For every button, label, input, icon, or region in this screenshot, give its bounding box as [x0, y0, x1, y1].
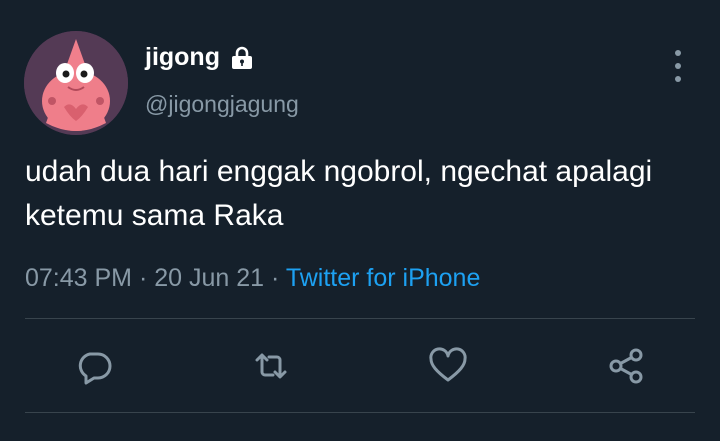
tweet-source-link[interactable]: Twitter for iPhone	[286, 264, 481, 292]
tweet-time: 07:43 PM	[25, 264, 133, 292]
share-icon[interactable]	[606, 346, 646, 386]
more-dot	[675, 50, 681, 56]
user-handle[interactable]: @jigongjagung	[145, 91, 299, 118]
tweet-meta: 07:43 PM · 20 Jun 21 · Twitter for iPhon…	[25, 264, 480, 293]
reply-icon[interactable]	[74, 346, 114, 386]
lock-icon	[229, 45, 255, 71]
meta-separator: ·	[132, 264, 155, 292]
retweet-icon[interactable]	[251, 346, 291, 386]
divider	[25, 318, 695, 319]
more-dot	[675, 76, 681, 82]
tweet-date: 20 Jun 21	[154, 264, 265, 292]
name-row: jigong	[145, 43, 255, 72]
divider	[25, 412, 695, 413]
more-vertical-icon[interactable]	[668, 50, 688, 82]
meta-separator: ·	[264, 264, 286, 292]
tweet-text: udah dua hari enggak ngobrol, ngechat ap…	[25, 155, 653, 232]
display-name[interactable]: jigong	[145, 43, 220, 72]
avatar-image	[24, 31, 128, 135]
more-dot	[675, 63, 681, 69]
avatar[interactable]	[24, 31, 128, 135]
heart-icon[interactable]	[428, 346, 468, 386]
action-bar	[0, 340, 720, 392]
